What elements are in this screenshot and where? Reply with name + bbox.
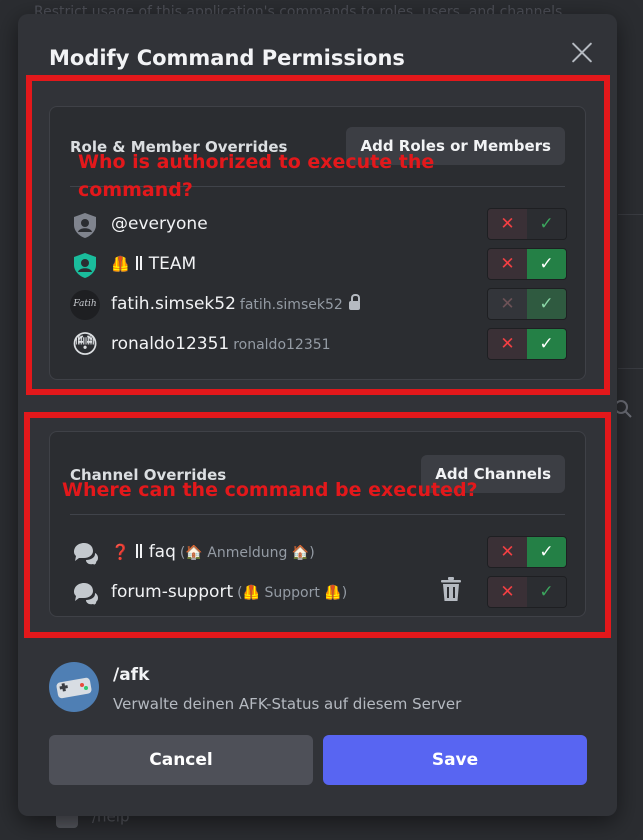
close-icon[interactable] — [568, 38, 596, 66]
annotation-roles-note: Who is authorized to execute the command… — [78, 151, 435, 201]
cancel-button[interactable]: Cancel — [49, 735, 313, 785]
command-description: Verwalte deinen AFK-Status auf diesem Se… — [113, 695, 462, 713]
background-divider — [618, 214, 643, 215]
annotation-box-channels — [24, 412, 611, 638]
modal-title: Modify Command Permissions — [49, 46, 405, 70]
command-name: /afk — [113, 665, 150, 685]
annotation-box-roles — [26, 75, 610, 395]
gamepad-app-icon — [49, 662, 99, 712]
background-divider — [618, 368, 643, 369]
annotation-channels-note: Where can the command be executed? — [62, 479, 478, 501]
save-button[interactable]: Save — [323, 735, 587, 785]
